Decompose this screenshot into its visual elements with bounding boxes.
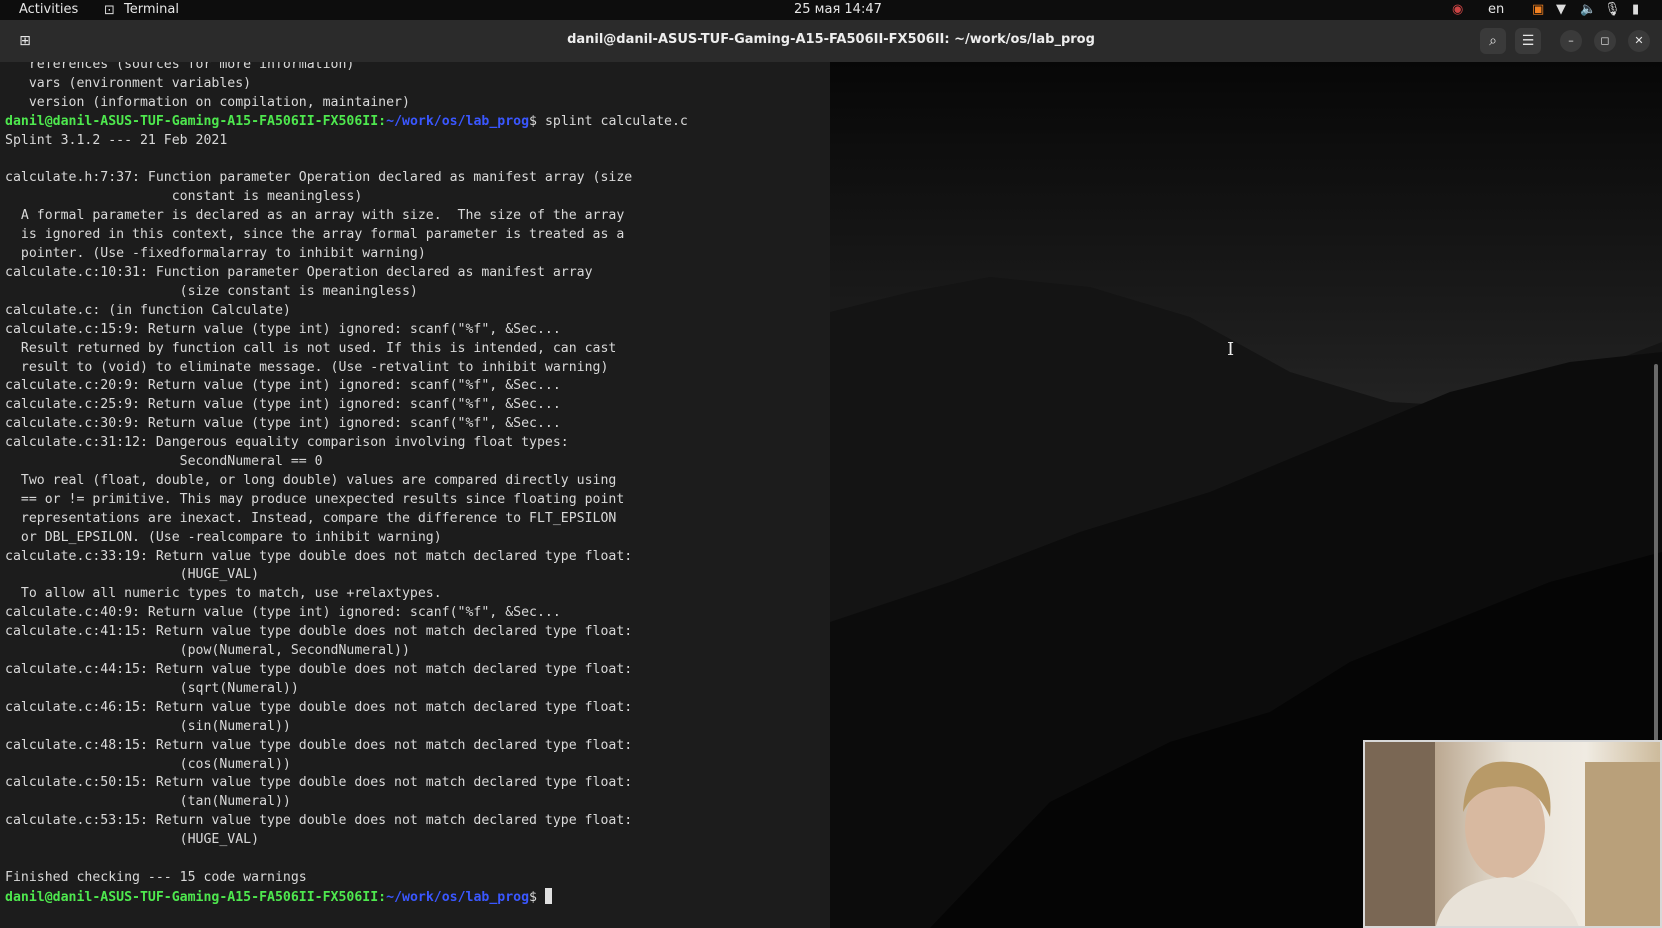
- prompt-user: danil@danil-ASUS-TUF-Gaming-A15-FA506II-…: [5, 113, 379, 129]
- prompt-1: danil@danil-ASUS-TUF-Gaming-A15-FA506II-…: [5, 113, 688, 129]
- terminal-line: or DBL_EPSILON. (Use -realcompare to inh…: [5, 529, 442, 545]
- terminal-line: vars (environment variables): [5, 75, 252, 91]
- close-icon: ✕: [1634, 34, 1644, 47]
- command-text: splint calculate.c: [544, 113, 688, 129]
- gnome-top-bar: Activities ⊡ Terminal 25 мая 14:47 ◉ en …: [0, 0, 1662, 20]
- prompt-path: ~/work/os/lab_prog: [386, 889, 530, 905]
- clock[interactable]: 25 мая 14:47: [794, 2, 882, 17]
- terminal-line: (HUGE_VAL): [5, 832, 260, 848]
- terminal-line: (tan(Numeral)): [5, 794, 291, 810]
- terminal-line: (sin(Numeral)): [5, 718, 291, 734]
- terminal-line: pointer. (Use -fixedformalarray to inhib…: [5, 246, 426, 262]
- battery-icon[interactable]: ▮: [1632, 2, 1639, 17]
- terminal-line: result to (void) to eliminate message. (…: [5, 359, 609, 375]
- terminal-line: (cos(Numeral)): [5, 756, 291, 772]
- terminal-line: calculate.c:41:15: Return value type dou…: [5, 624, 633, 640]
- terminal-line: (HUGE_VAL): [5, 567, 260, 583]
- prompt-path: ~/work/os/lab_prog: [386, 113, 530, 129]
- window-title: danil@danil-ASUS-TUF-Gaming-A15-FA506II-…: [567, 32, 1095, 47]
- terminal-line: calculate.c:30:9: Return value (type int…: [5, 416, 561, 432]
- wifi-icon[interactable]: ▼: [1556, 2, 1566, 17]
- terminal-line: calculate.c:40:9: Return value (type int…: [5, 605, 561, 621]
- terminal-line: calculate.c:20:9: Return value (type int…: [5, 378, 561, 394]
- activities-button[interactable]: Activities: [19, 2, 78, 17]
- maximize-icon: ◻: [1600, 34, 1610, 47]
- webcam-person-image: [1365, 742, 1660, 926]
- terminal-line: A formal parameter is declared as an arr…: [5, 208, 625, 224]
- terminal-line: constant is meaningless): [5, 189, 363, 205]
- prompt-2[interactable]: danil@danil-ASUS-TUF-Gaming-A15-FA506II-…: [5, 887, 552, 905]
- status-app-icon[interactable]: ◉: [1452, 2, 1463, 17]
- terminal-line: representations are inexact. Instead, co…: [5, 510, 617, 526]
- terminal-line: SecondNumeral == 0: [5, 454, 323, 470]
- terminal-head: references (sources for more information…: [5, 62, 410, 110]
- terminal-line: (sqrt(Numeral)): [5, 680, 299, 696]
- terminal-line: calculate.c:25:9: Return value (type int…: [5, 397, 561, 413]
- tray-app-icon[interactable]: ▣: [1532, 2, 1544, 17]
- title-bar[interactable]: ⊞ danil@danil-ASUS-TUF-Gaming-A15-FA506I…: [0, 20, 1662, 63]
- splint-output: Splint 3.1.2 --- 21 Feb 2021 calculate.h…: [5, 133, 632, 885]
- terminal-icon: ⊡: [104, 3, 115, 18]
- terminal-line: is ignored in this context, since the ar…: [5, 227, 625, 243]
- terminal-line: Two real (float, double, or long double)…: [5, 472, 617, 488]
- terminal-line: version (information on compilation, mai…: [5, 94, 410, 110]
- terminal-line: calculate.c:10:31: Function parameter Op…: [5, 264, 593, 280]
- app-menu-terminal[interactable]: Terminal: [124, 2, 179, 17]
- minimize-icon: –: [1568, 34, 1574, 47]
- terminal-line: == or != primitive. This may produce une…: [5, 491, 625, 507]
- menu-button[interactable]: ☰: [1515, 28, 1541, 54]
- terminal-line: references (sources for more information…: [5, 62, 355, 72]
- terminal-line: calculate.c:46:15: Return value type dou…: [5, 699, 633, 715]
- terminal-line: calculate.c:15:9: Return value (type int…: [5, 321, 561, 337]
- terminal-line: calculate.c:48:15: Return value type dou…: [5, 737, 633, 753]
- terminal-line: Result returned by function call is not …: [5, 340, 617, 356]
- microphone-icon[interactable]: 🎙: [1604, 2, 1621, 17]
- minimize-button[interactable]: –: [1560, 30, 1582, 52]
- terminal-line: calculate.c:53:15: Return value type dou…: [5, 813, 633, 829]
- terminal-line: calculate.c:31:12: Dangerous equality co…: [5, 435, 569, 451]
- search-icon: ⌕: [1489, 33, 1497, 49]
- close-button[interactable]: ✕: [1628, 30, 1650, 52]
- search-button[interactable]: ⌕: [1480, 28, 1506, 54]
- terminal-line: calculate.h:7:37: Function parameter Ope…: [5, 170, 633, 186]
- volume-icon[interactable]: 🔈: [1580, 2, 1596, 17]
- terminal-line: To allow all numeric types to match, use…: [5, 586, 442, 602]
- terminal-line: (pow(Numeral, SecondNumeral)): [5, 643, 410, 659]
- text-cursor: [544, 887, 552, 904]
- menu-icon: ☰: [1521, 33, 1535, 49]
- webcam-overlay: [1363, 740, 1662, 928]
- terminal-line: calculate.c: (in function Calculate): [5, 302, 291, 318]
- maximize-button[interactable]: ◻: [1594, 30, 1616, 52]
- terminal-line: (size constant is meaningless): [5, 283, 418, 299]
- mouse-cursor-ibeam-icon: I: [1227, 339, 1235, 360]
- terminal-line: calculate.c:44:15: Return value type dou…: [5, 662, 633, 677]
- terminal-line: calculate.c:33:19: Return value type dou…: [5, 548, 633, 564]
- terminal-line: calculate.c:50:15: Return value type dou…: [5, 775, 633, 791]
- terminal-line: Splint 3.1.2 --- 21 Feb 2021: [5, 132, 228, 148]
- prompt-user: danil@danil-ASUS-TUF-Gaming-A15-FA506II-…: [5, 889, 379, 905]
- scrollbar[interactable]: [1654, 364, 1658, 748]
- terminal-output[interactable]: references (sources for more information…: [5, 62, 825, 908]
- language-indicator[interactable]: en: [1488, 2, 1504, 17]
- terminal-line: Finished checking --- 15 code warnings: [5, 869, 307, 885]
